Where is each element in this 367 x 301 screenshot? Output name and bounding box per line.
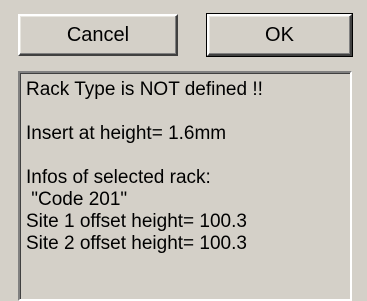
site1-offset-line: Site 1 offset height= 100.3 xyxy=(26,211,247,232)
insert-height-line: Insert at height= 1.6mm xyxy=(26,123,227,144)
cancel-button[interactable]: Cancel xyxy=(18,14,178,56)
selected-rack-header: Infos of selected rack: xyxy=(26,167,211,188)
ok-button[interactable]: OK xyxy=(206,13,353,57)
rack-code: "Code 201" xyxy=(26,189,128,210)
rack-dialog: Cancel OK Rack Type is NOT defined !! In… xyxy=(0,0,367,301)
rack-type-warning: Rack Type is NOT defined !! xyxy=(26,79,263,100)
rack-info-text: Rack Type is NOT defined !! Insert at he… xyxy=(18,71,352,301)
site2-offset-line: Site 2 offset height= 100.3 xyxy=(26,233,247,254)
